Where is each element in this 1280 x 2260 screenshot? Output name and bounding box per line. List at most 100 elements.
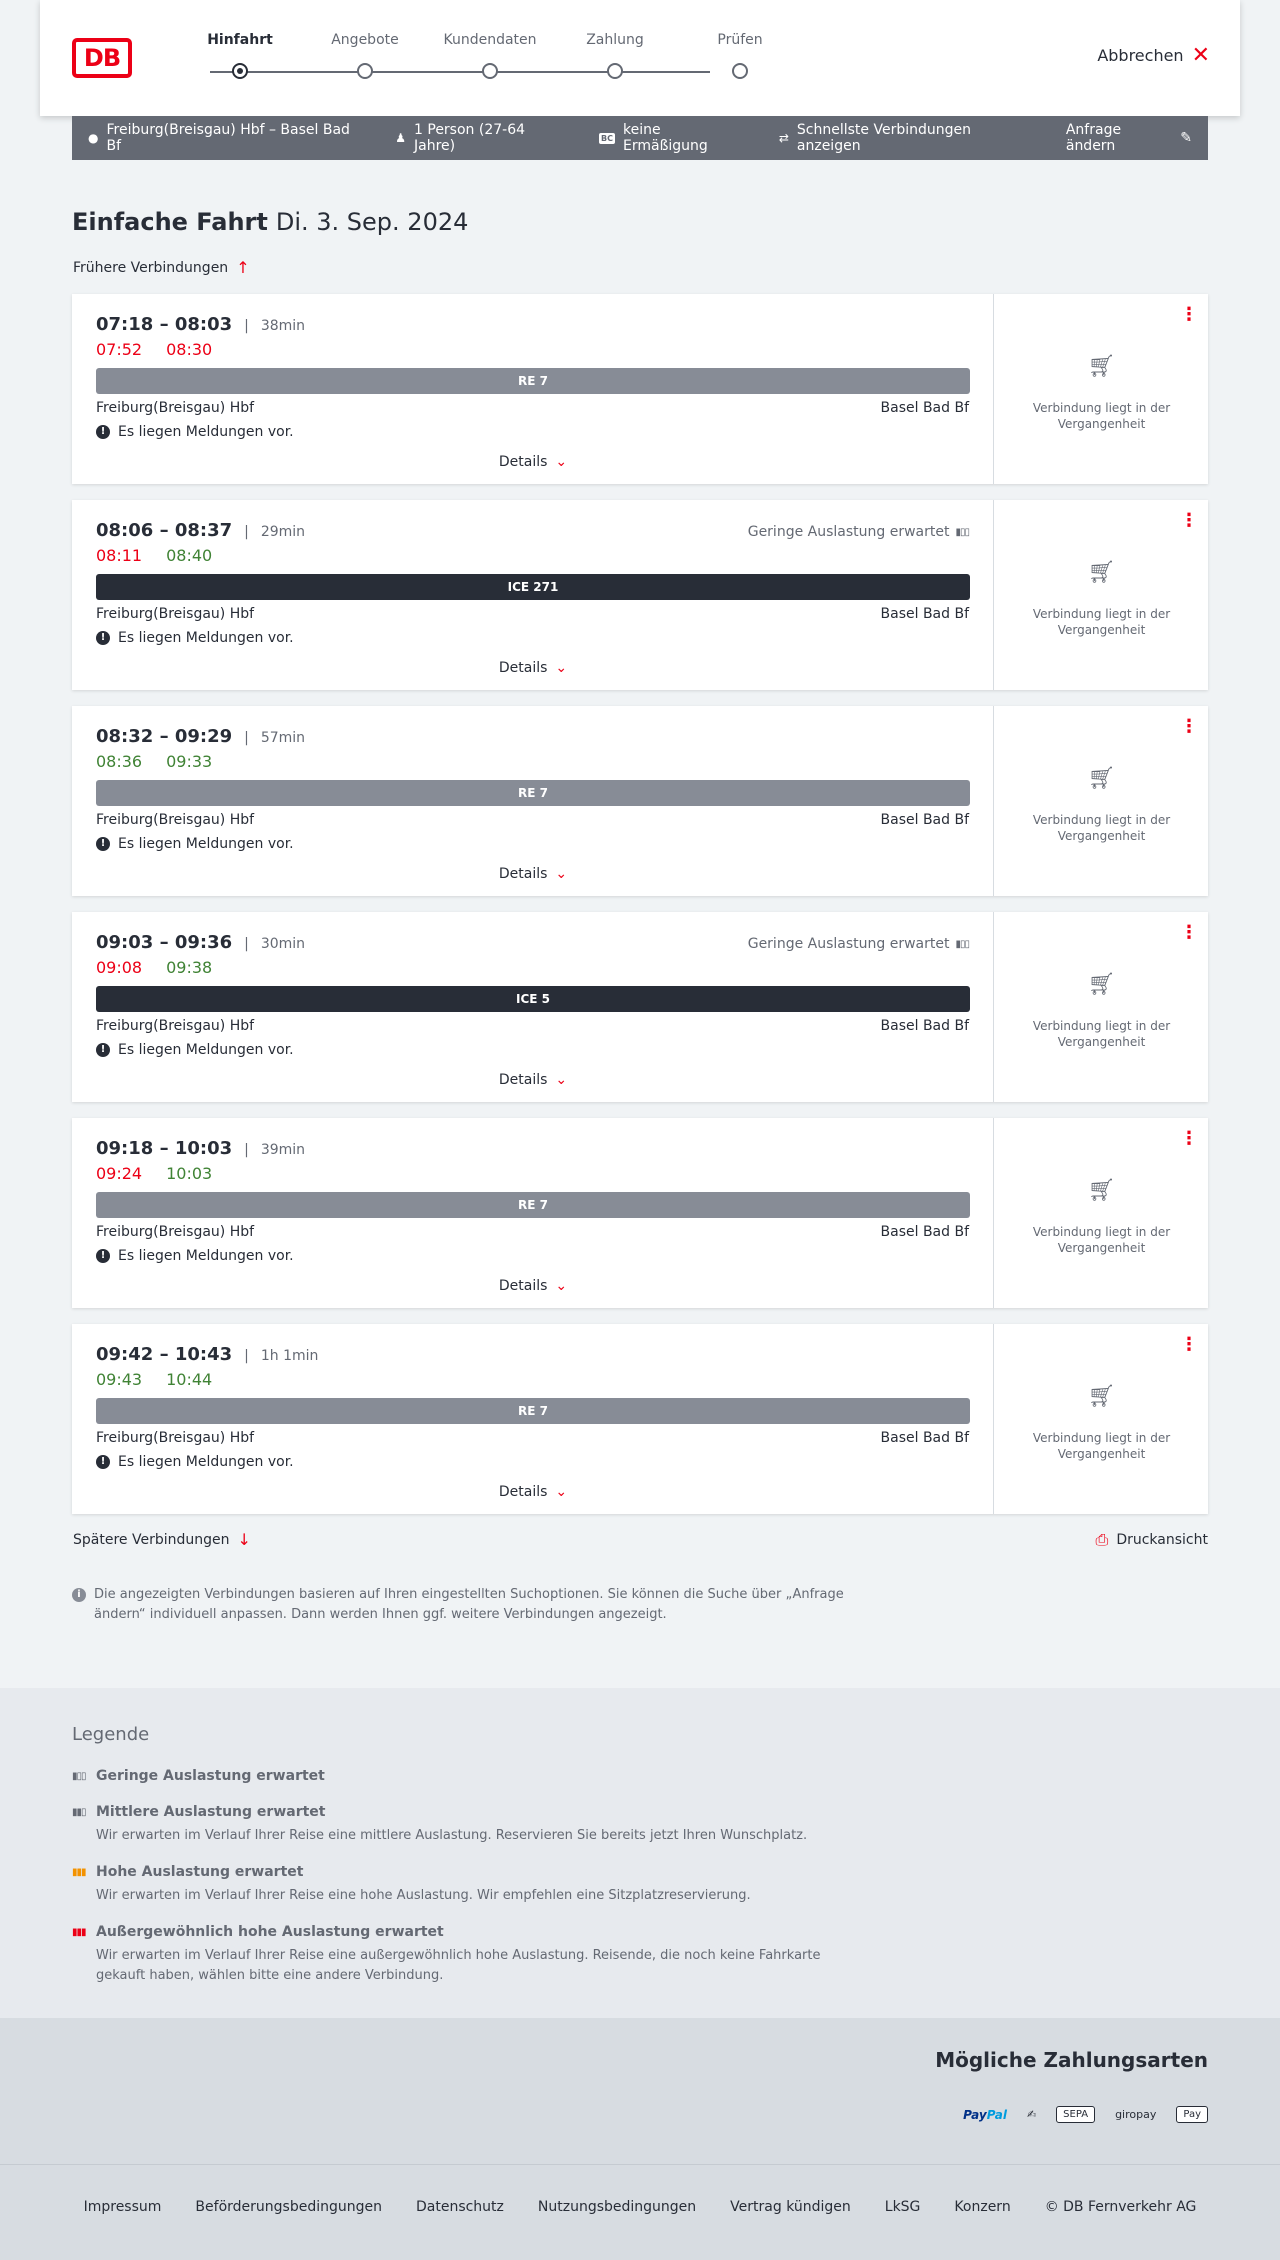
train-bar[interactable]: RE 7 (96, 780, 970, 806)
scheduled-times: 08:32 – 09:29 (96, 726, 233, 747)
step-label: Hinfahrt (207, 32, 273, 48)
status-text: Verbindung liegt in der Vergangenheit (1032, 1431, 1171, 1461)
connection-card[interactable]: 08:32 – 09:29 | 57min 08:36 09:33 RE 7 Frei… (72, 706, 1208, 896)
more-options-icon[interactable]: ⋮ (1180, 718, 1198, 736)
location-pin-icon: ● (88, 131, 99, 145)
train-bar[interactable]: RE 7 (96, 1398, 970, 1424)
connection-card[interactable]: 09:03 – 09:36 | 30min 09:08 09:38 Geringe A… (72, 912, 1208, 1102)
details-toggle[interactable]: Details ⌄ (72, 1072, 994, 1088)
footer-link-lksg[interactable]: LkSG (885, 2199, 921, 2215)
more-options-icon[interactable]: ⋮ (1180, 924, 1198, 942)
alert-icon: ! (96, 837, 110, 851)
card-payment-icon: ✍ (1026, 2108, 1037, 2121)
footer-link-vertrag-kuendigen[interactable]: Vertrag kündigen (730, 2199, 851, 2215)
step-dot-active (232, 63, 248, 79)
print-view-label: Druckansicht (1116, 1532, 1208, 1548)
origin-station: Freiburg(Breisgau) Hbf (96, 1224, 255, 1240)
chevron-down-icon: ⌄ (555, 454, 568, 470)
later-connections-button[interactable]: Spätere Verbindungen ↓ (73, 1530, 251, 1549)
step-hinfahrt[interactable]: Hinfahrt (180, 32, 300, 79)
footer-link-datenschutz[interactable]: Datenschutz (416, 2199, 504, 2215)
abort-label: Abbrechen (1097, 46, 1184, 65)
occupancy-low-icon: ▮▯▯ (955, 938, 969, 950)
person-icon: ♟ (395, 131, 407, 145)
details-toggle[interactable]: Details ⌄ (72, 866, 994, 882)
notice: ! Es liegen Meldungen vor. (96, 836, 294, 852)
status-text: Verbindung liegt in der Vergangenheit (1032, 401, 1171, 431)
step-kundendaten[interactable]: Kundendaten (430, 32, 550, 79)
step-pruefen[interactable]: Prüfen (680, 32, 800, 79)
train-bar[interactable]: ICE 5 (96, 986, 970, 1012)
train-bar[interactable]: RE 7 (96, 368, 970, 394)
db-logo[interactable]: DB (72, 38, 132, 78)
status-text: Verbindung liegt in der Vergangenheit (1032, 1019, 1171, 1049)
details-toggle[interactable]: Details ⌄ (72, 660, 994, 676)
train-bar[interactable]: RE 7 (96, 1192, 970, 1218)
details-label: Details (498, 1484, 548, 1500)
payment-title: Mögliche Zahlungsarten (935, 2048, 1208, 2072)
footer-link-konzern[interactable]: Konzern (954, 2199, 1010, 2215)
footer-link-nutzungsbedingungen[interactable]: Nutzungsbedingungen (538, 2199, 696, 2215)
print-icon: ⎙ (1095, 1530, 1109, 1549)
origin-station: Freiburg(Breisgau) Hbf (96, 606, 255, 622)
connection-times: 09:42 – 10:43 | 1h 1min (96, 1344, 318, 1365)
details-toggle[interactable]: Details ⌄ (72, 1484, 994, 1500)
more-options-icon[interactable]: ⋮ (1180, 1130, 1198, 1148)
legend-item-title: Außergewöhnlich hohe Auslastung erwartet (96, 1924, 444, 1940)
realtime-times: 08:36 09:33 (96, 752, 212, 771)
later-connections-label: Spätere Verbindungen (73, 1531, 230, 1548)
realtime-arrival: 08:30 (166, 340, 213, 359)
cart-disabled-icon: 🛒︎ (1087, 1384, 1116, 1409)
footer-link-impressum[interactable]: Impressum (84, 2199, 162, 2215)
connection-card[interactable]: 09:18 – 10:03 | 39min 09:24 10:03 RE 7 Frei… (72, 1118, 1208, 1308)
header: DB Hinfahrt Angebote Kundendaten Zahlung… (40, 0, 1240, 116)
cart-disabled-icon: 🛒︎ (1087, 560, 1116, 585)
train-bar[interactable]: ICE 271 (96, 574, 970, 600)
chevron-down-icon: ⌄ (555, 1072, 568, 1088)
progress-steps: Hinfahrt Angebote Kundendaten Zahlung Pr… (180, 32, 763, 92)
print-view-button[interactable]: ⎙ Druckansicht (1096, 1530, 1208, 1550)
realtime-times: 09:43 10:44 (96, 1370, 212, 1389)
query-passengers[interactable]: ♟ 1 Person (27-64 Jahre) (395, 122, 567, 154)
legend-item-low: ▮▯▯ Geringe Auslastung erwartet (72, 1768, 872, 1784)
giropay-icon: giropay (1115, 2108, 1157, 2121)
duration: 30min (260, 936, 306, 952)
alert-icon: ! (96, 425, 110, 439)
step-dot (607, 63, 623, 79)
change-query-button[interactable]: Anfrage ändern ✎ (1066, 122, 1192, 154)
connection-card[interactable]: 07:18 – 08:03 | 38min 07:52 08:30 RE 7 Frei… (72, 294, 1208, 484)
occupancy-medium-icon: ▮▮▯ (72, 1806, 87, 1818)
details-toggle[interactable]: Details ⌄ (72, 1278, 994, 1294)
sepa-icon: SEPA (1056, 2106, 1096, 2123)
footer-copyright[interactable]: © DB Fernverkehr AG (1045, 2199, 1197, 2215)
duration: 29min (260, 524, 306, 540)
info-icon: i (72, 1588, 86, 1602)
chevron-down-icon: ⌄ (555, 1278, 568, 1294)
more-options-icon[interactable]: ⋮ (1180, 1336, 1198, 1354)
destination-station: Basel Bad Bf (880, 606, 969, 622)
occupancy-info: Geringe Auslastung erwartet ▮▯▯ (748, 524, 970, 540)
arrow-down-icon: ↓ (237, 1530, 251, 1549)
details-toggle[interactable]: Details ⌄ (72, 454, 994, 470)
trip-type: Einfache Fahrt (72, 208, 268, 236)
earlier-connections-button[interactable]: Frühere Verbindungen ↑ (73, 258, 250, 277)
notice-text: Es liegen Meldungen vor. (118, 836, 294, 852)
step-zahlung[interactable]: Zahlung (555, 32, 675, 79)
connection-card[interactable]: 08:06 – 08:37 | 29min 08:11 08:40 Geringe A… (72, 500, 1208, 690)
notice: ! Es liegen Meldungen vor. (96, 424, 294, 440)
footer-link-befoerderungsbedingungen[interactable]: Beförderungsbedingungen (195, 2199, 382, 2215)
destination-station: Basel Bad Bf (880, 400, 969, 416)
connection-card[interactable]: 09:42 – 10:43 | 1h 1min 09:43 10:44 RE 7 Fr… (72, 1324, 1208, 1514)
legend-item-desc: Wir erwarten im Verlauf Ihrer Reise eine… (96, 1888, 751, 1903)
more-options-icon[interactable]: ⋮ (1180, 306, 1198, 324)
separator: | (244, 936, 249, 952)
legend-section: Legende ▮▯▯ Geringe Auslastung erwartet ▮… (0, 1688, 1280, 2018)
step-angebote[interactable]: Angebote (305, 32, 425, 79)
cart-disabled-icon: 🛒︎ (1087, 972, 1116, 997)
query-route[interactable]: ● Freiburg(Breisgau) Hbf – Basel Bad Bf (88, 122, 363, 154)
separator: | (244, 1142, 249, 1158)
abort-button[interactable]: Abbrechen ✕ (1097, 44, 1210, 66)
query-fastest[interactable]: ⇄ Schnellste Verbindungen anzeigen (779, 122, 1034, 154)
query-discount[interactable]: BC keine Ermäßigung (599, 122, 747, 154)
more-options-icon[interactable]: ⋮ (1180, 512, 1198, 530)
